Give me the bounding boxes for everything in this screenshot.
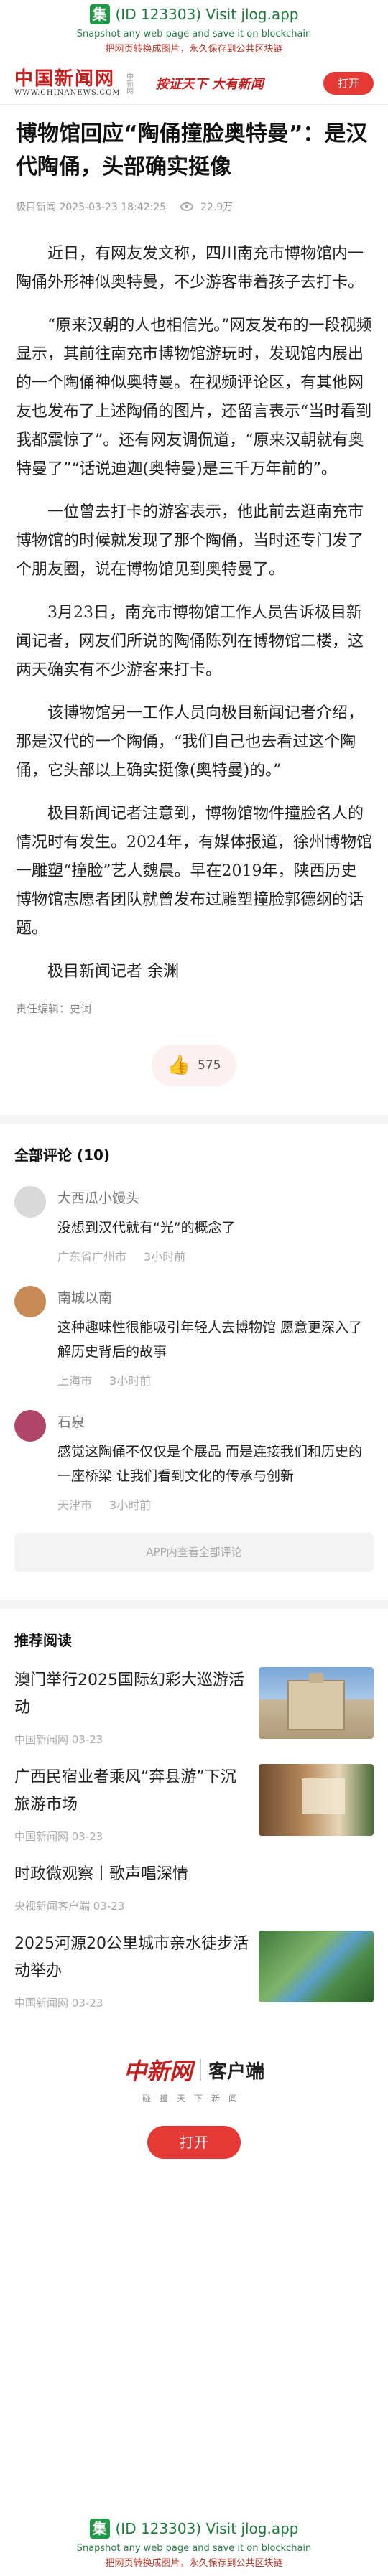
view-all-comments-button[interactable]: APP内查看全部评论 (14, 1533, 374, 1572)
paragraph: 3月23日，南充市博物馆工作人员告诉极目新闻记者，网友们所说的陶俑陈列在博物馆二… (16, 604, 364, 679)
comment: 南城以南 这种趣味性很能吸引年轻人去博物馆 愿意更深入了解历史背后的故事 上海市… (14, 1286, 374, 1389)
news-item[interactable]: 2025河源20公里城市亲水徒步活动举办中国新闻网 03-23 (14, 1931, 374, 2010)
view-count: 22.9万 (200, 202, 234, 213)
news-source: 中国新闻网 03-23 (14, 1830, 103, 1843)
editor-credit: 责任编辑：史词 (16, 1002, 92, 1015)
news-thumbnail[interactable] (259, 1667, 374, 1739)
avatar[interactable] (14, 1186, 46, 1218)
jlog-logo-icon: 集 (89, 2519, 110, 2539)
divider (0, 1115, 388, 1124)
article-meta: 极目新闻 2025-03-23 18:42:25 22.9万 (16, 200, 372, 214)
footer-tagline: 碰撞天下新闻 (142, 2094, 246, 2104)
comment-time: 3小时前 (109, 1498, 152, 1512)
jlog-tagline-en: Snapshot any web page and save it on blo… (76, 2543, 312, 2554)
article-title: 博物馆回应“陶俑撞脸奥特曼”：是汉代陶俑，头部确实挺像 (16, 121, 368, 179)
paragraph: 极目新闻记者 余渊 (47, 963, 179, 981)
news-headline[interactable]: 2025河源20公里城市亲水徒步活动举办 (14, 1931, 249, 1985)
slogan: 按证天下 大有新闻 (155, 76, 264, 92)
news-item[interactable]: 广西民宿业者乘风“奔县游”下沉旅游市场中国新闻网 03-23 (14, 1764, 374, 1844)
comments-section: 全部评论 (10) 大西瓜小馒头 没想到汉代就有“光”的概念了 广东省广州市 3小… (0, 1144, 388, 1572)
news-headline[interactable]: 澳门举行2025国际幻彩大巡游活动 (14, 1667, 249, 1722)
comment: 石泉 感觉这陶俑不仅仅是个展品 而是连接我们和历史的一座桥梁 让我们看到文化的传… (14, 1410, 374, 1513)
site-logo[interactable]: 中国新闻网 WWW.CHINANEWS.COM (14, 69, 121, 97)
comment-time: 3小时前 (109, 1374, 152, 1388)
footer-logo: 中新网 客户端 (0, 2053, 388, 2086)
comments-title: 全部评论 (10) (14, 1147, 111, 1164)
article: 博物馆回应“陶俑撞脸奥特曼”：是汉代陶俑，头部确实挺像 极目新闻 2025-03… (0, 118, 388, 1086)
news-thumbnail[interactable] (259, 1764, 374, 1836)
jlog-tagline-cn: 把网页转换成图片，永久保存到公共区块链 (105, 44, 283, 55)
footer-brand: 中新网 (123, 2058, 193, 2085)
jlog-banner-bottom: 集 (ID 123303) Visit jlog.app Snapshot any… (0, 2511, 388, 2576)
news-thumbnail[interactable] (259, 1931, 374, 2002)
comment-author[interactable]: 大西瓜小馒头 (57, 1187, 236, 1207)
paragraph: 近日，有网友发文称，四川南充市博物馆内一陶俑外形神似奥特曼，不少游客带着孩子去打… (16, 245, 364, 291)
news-item[interactable]: 澳门举行2025国际幻彩大巡游活动中国新闻网 03-23 (14, 1667, 374, 1747)
open-app-button[interactable]: 打开 (323, 71, 374, 95)
footer-client-label: 客户端 (208, 2061, 265, 2083)
avatar[interactable] (14, 1410, 46, 1442)
comment-time: 3小时前 (144, 1250, 186, 1264)
thumbs-up-icon: 👍 (167, 1055, 190, 1076)
comment-author[interactable]: 石泉 (57, 1411, 374, 1431)
comment-location: 天津市 (57, 1498, 93, 1512)
comment-location: 上海市 (57, 1374, 93, 1388)
paragraph: 该博物馆另一工作人员向极目新闻记者介绍，那是汉代的一个陶俑，“我们自己也去看过这… (16, 704, 364, 780)
brand-sub: 中新网 (124, 72, 133, 94)
divider (0, 1600, 388, 1609)
news-source: 中国新闻网 03-23 (14, 1733, 103, 1746)
comment-location: 广东省广州市 (57, 1250, 127, 1264)
brand-url: WWW.CHINANEWS.COM (14, 89, 121, 97)
news-source: 中国新闻网 03-23 (14, 1997, 103, 2010)
open-app-button-bottom[interactable]: 打开 (147, 2126, 241, 2159)
comment-text: 感觉这陶俑不仅仅是个展品 而是连接我们和历史的一座桥梁 让我们看到文化的传承与创… (57, 1444, 363, 1484)
comment: 大西瓜小馒头 没想到汉代就有“光”的概念了 广东省广州市 3小时前 (14, 1186, 374, 1264)
comment-author[interactable]: 南城以南 (57, 1287, 374, 1307)
comment-text: 这种趣味性很能吸引年轻人去博物馆 愿意更深入了解历史背后的故事 (57, 1320, 363, 1360)
recommend-title: 推荐阅读 (14, 1632, 72, 1649)
paragraph: 极目新闻记者注意到，博物馆物件撞脸名人的情况时有发生。2024年，有媒体报道，徐… (16, 805, 372, 938)
jlog-banner-top: 集 (ID 123303) Visit jlog.app Snapshot any… (0, 0, 388, 62)
paragraph: 一位曾去打卡的游客表示，他此前去逛南充市博物馆的时候就发现了那个陶俑，当时还专门… (16, 503, 364, 579)
news-source: 央视新闻客户端 03-23 (14, 1900, 125, 1913)
comment-text: 没想到汉代就有“光”的概念了 (57, 1220, 236, 1236)
article-body: 近日，有网友发文称，四川南充市博物馆内一陶俑外形神似奥特曼，不少游客带着孩子去打… (16, 240, 372, 986)
site-header: 中国新闻网 WWW.CHINANEWS.COM 中新网 按证天下 大有新闻 打开 (0, 62, 388, 105)
jlog-logo-icon: 集 (89, 4, 110, 24)
avatar[interactable] (14, 1286, 46, 1317)
like-count: 575 (197, 1058, 221, 1073)
eye-icon (180, 202, 194, 211)
footer-divider (200, 2059, 201, 2081)
paragraph: “原来汉朝的人也相信光。”网友发布的一段视频显示，其前往南充市博物馆游玩时，发现… (16, 317, 372, 478)
jlog-tagline-cn: 把网页转换成图片，永久保存到公共区块链 (105, 2558, 283, 2569)
news-item[interactable]: 时政微观察丨歌声唱深情央视新闻客户端 03-23 (14, 1861, 374, 1913)
brand-name: 中国新闻网 (14, 68, 116, 90)
news-headline[interactable]: 广西民宿业者乘风“奔县游”下沉旅游市场 (14, 1764, 249, 1819)
news-headline[interactable]: 时政微观察丨歌声唱深情 (14, 1861, 364, 1888)
like-button[interactable]: 👍 575 (151, 1045, 237, 1086)
app-footer: 中新网 客户端 碰撞天下新闻 打开 (0, 2053, 388, 2159)
article-source: 极目新闻 2025-03-23 18:42:25 (16, 202, 167, 213)
jlog-tagline-en: Snapshot any web page and save it on blo… (76, 29, 312, 39)
jlog-id-text[interactable]: (ID 123303) Visit jlog.app (116, 2520, 299, 2537)
jlog-id-text[interactable]: (ID 123303) Visit jlog.app (116, 6, 299, 23)
recommend-section: 推荐阅读 澳门举行2025国际幻彩大巡游活动中国新闻网 03-23 广西民宿业者… (0, 1629, 388, 2010)
